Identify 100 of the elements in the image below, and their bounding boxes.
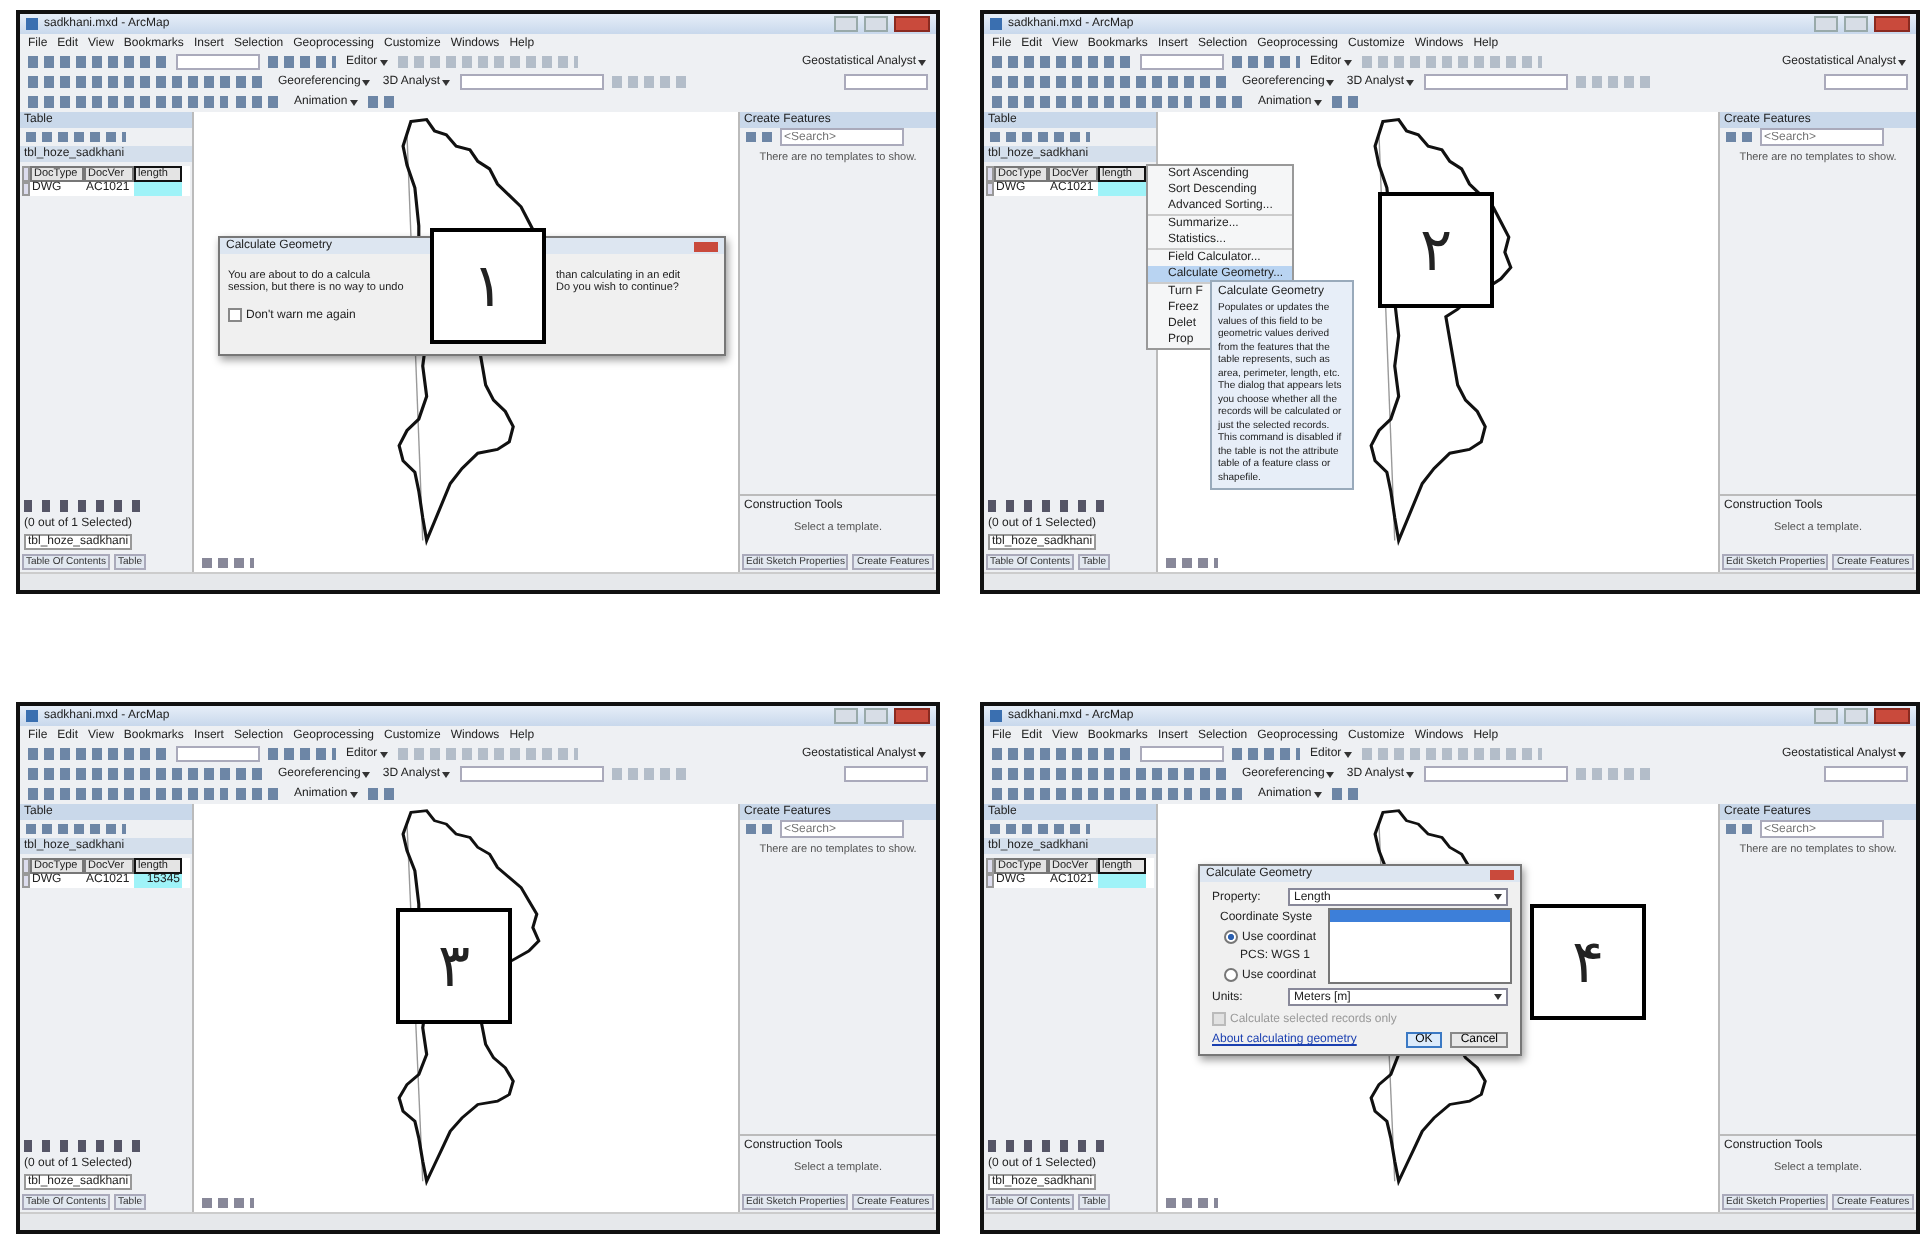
- close-button[interactable]: [1874, 708, 1910, 724]
- map-view[interactable]: ۳: [194, 804, 738, 1212]
- layer-field[interactable]: [1824, 74, 1908, 90]
- table-cell: [1098, 182, 1146, 196]
- caret-icon: [362, 79, 371, 85]
- close-button[interactable]: [894, 16, 930, 32]
- view-switch-icons-drawing[interactable]: [202, 558, 254, 568]
- pane-toolbar-icons-drawing[interactable]: [746, 132, 774, 142]
- layer-field[interactable]: [1824, 766, 1908, 782]
- caret-icon: [1326, 771, 1335, 777]
- maximize-button[interactable]: [864, 16, 888, 32]
- layer-field[interactable]: [1424, 766, 1569, 782]
- pane-toolbar-icons-drawing[interactable]: [746, 824, 774, 834]
- maximize-button[interactable]: [1844, 16, 1868, 32]
- maximize-button[interactable]: [1844, 708, 1868, 724]
- caret-icon: [1343, 751, 1352, 757]
- toolbar-icons-drawing[interactable]: [236, 788, 284, 800]
- toolbar-icons-drawing[interactable]: [992, 788, 1192, 800]
- close-button[interactable]: [1874, 16, 1910, 32]
- step-number-label: ۲: [1378, 192, 1494, 308]
- toolbar-icons-drawing[interactable]: [1232, 748, 1300, 760]
- minimize-button[interactable]: [834, 16, 858, 32]
- toolbar-icons-drawing[interactable]: [992, 748, 1132, 760]
- toolbar-icons-drawing[interactable]: [1361, 748, 1542, 760]
- table-cell: [1098, 874, 1146, 888]
- maximize-button[interactable]: [864, 708, 888, 724]
- caret-icon: [918, 59, 926, 65]
- table-toolbar-icons-drawing[interactable]: [26, 132, 126, 142]
- toolbar-icons-drawing[interactable]: [28, 96, 228, 108]
- toolbar-icons-drawing[interactable]: [28, 748, 168, 760]
- toolbar-icons-drawing[interactable]: [992, 768, 1232, 780]
- table-cell: [134, 182, 182, 196]
- caret-icon: [349, 99, 358, 105]
- app-icon: [990, 710, 1002, 722]
- toolbar-icons-drawing[interactable]: [28, 56, 168, 68]
- app-icon: [990, 18, 1002, 30]
- pane-toolbar-icons-drawing[interactable]: [1726, 824, 1754, 834]
- toolbar-icons-drawing[interactable]: [1331, 96, 1360, 108]
- caret-icon: [362, 771, 371, 777]
- radio-button[interactable]: [1224, 968, 1238, 982]
- caret-icon: [1406, 79, 1415, 85]
- toolbar-icons-drawing[interactable]: [1200, 96, 1248, 108]
- close-button[interactable]: [1490, 869, 1514, 879]
- layer-field[interactable]: [1424, 74, 1569, 90]
- view-switch-icons-drawing[interactable]: [1166, 558, 1218, 568]
- app-icon: [26, 18, 38, 30]
- caret-icon: [1898, 751, 1906, 757]
- caret-icon: [1326, 79, 1335, 85]
- app-icon: [26, 710, 38, 722]
- dropdown-menu[interactable]: [1328, 908, 1512, 984]
- caret-icon: [442, 79, 451, 85]
- caret-icon: [379, 751, 388, 757]
- table-toolbar-icons-drawing[interactable]: [990, 132, 1090, 142]
- minimize-button[interactable]: [834, 708, 858, 724]
- checkbox[interactable]: [228, 308, 242, 322]
- caret-icon: [379, 59, 388, 65]
- minimize-button[interactable]: [1814, 16, 1838, 32]
- pane-toolbar-icons-drawing[interactable]: [1726, 132, 1754, 142]
- step-number-label: ۴: [1530, 904, 1646, 1020]
- toolbar-icons-drawing[interactable]: [268, 748, 336, 760]
- caret-icon: [1343, 59, 1352, 65]
- toolbar-icons-drawing[interactable]: [28, 768, 268, 780]
- scale-field[interactable]: [1140, 746, 1224, 762]
- close-button[interactable]: [694, 241, 718, 251]
- toolbar-icons-drawing[interactable]: [367, 96, 396, 108]
- table-toolbar-icons-drawing[interactable]: [990, 824, 1090, 834]
- caret-icon: [1406, 771, 1415, 777]
- toolbar-icons-drawing[interactable]: [28, 788, 228, 800]
- radio-button[interactable]: [1224, 930, 1238, 944]
- toolbar-icons-drawing[interactable]: [992, 56, 1132, 68]
- layer-field[interactable]: [460, 766, 605, 782]
- minimize-button[interactable]: [1814, 708, 1838, 724]
- toolbar-icons-drawing[interactable]: [1361, 56, 1542, 68]
- table-toolbar-icons-drawing[interactable]: [26, 824, 126, 834]
- toolbar-icons-drawing[interactable]: [1200, 788, 1248, 800]
- caret-icon: [1313, 99, 1322, 105]
- caret-icon: [1313, 791, 1322, 797]
- toolbar-icons-drawing[interactable]: [992, 76, 1232, 88]
- step-number-label: ۳: [396, 908, 512, 1024]
- step-number-label: ۱: [430, 228, 546, 344]
- scale-field[interactable]: [176, 54, 260, 70]
- toolbar-icons-drawing[interactable]: [1331, 788, 1360, 800]
- toolbar-icons-drawing[interactable]: [268, 56, 336, 68]
- close-button[interactable]: [894, 708, 930, 724]
- toolbar-icons-drawing[interactable]: [367, 788, 396, 800]
- caret-icon: [918, 751, 926, 757]
- layer-field[interactable]: [460, 74, 605, 90]
- toolbar-icons-drawing[interactable]: [397, 56, 578, 68]
- view-switch-icons-drawing[interactable]: [1166, 1198, 1218, 1208]
- scale-field[interactable]: [1140, 54, 1224, 70]
- toolbar-icons-drawing[interactable]: [236, 96, 284, 108]
- toolbar-icons-drawing[interactable]: [397, 748, 578, 760]
- layer-field[interactable]: [844, 74, 928, 90]
- layer-field[interactable]: [844, 766, 928, 782]
- toolbar-icons-drawing[interactable]: [1232, 56, 1300, 68]
- caret-icon: [1494, 894, 1502, 900]
- scale-field[interactable]: [176, 746, 260, 762]
- toolbar-icons-drawing[interactable]: [992, 96, 1192, 108]
- view-switch-icons-drawing[interactable]: [202, 1198, 254, 1208]
- toolbar-icons-drawing[interactable]: [28, 76, 268, 88]
